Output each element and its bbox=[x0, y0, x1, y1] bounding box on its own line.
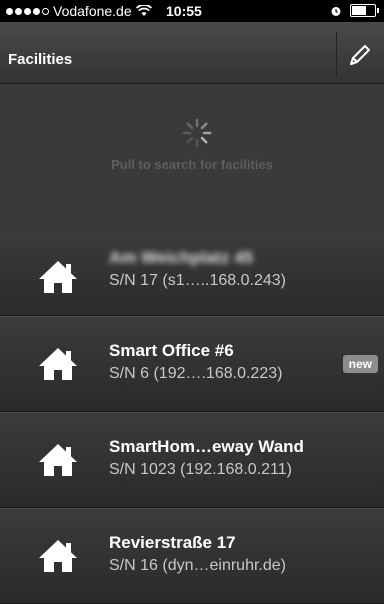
house-icon bbox=[39, 540, 77, 572]
wifi-icon bbox=[135, 5, 152, 16]
house-icon bbox=[39, 444, 77, 476]
battery-icon bbox=[350, 4, 379, 17]
facility-row[interactable]: Revierstraße 17 S/N 16 (dyn…einruhr.de) bbox=[0, 508, 384, 604]
carrier-name: Vodafone.de bbox=[53, 3, 132, 19]
alarm-icon bbox=[331, 6, 341, 16]
pull-to-refresh-hint: Pull to search for facilities bbox=[111, 157, 273, 172]
facility-name: SmartHom…eway Wand bbox=[109, 437, 304, 456]
facility-name: Am Weichplatz 45 bbox=[109, 248, 254, 267]
facility-serial: S/N 6 (192….168.0.223) bbox=[109, 365, 283, 382]
facility-serial: S/N 1023 (192.168.0.211) bbox=[109, 461, 292, 478]
new-badge: new bbox=[342, 355, 378, 373]
carrier-info: Vodafone.de bbox=[6, 3, 152, 19]
facility-name: Smart Office #6 bbox=[109, 341, 234, 360]
signal-strength-icon bbox=[6, 7, 49, 15]
house-icon bbox=[39, 348, 77, 380]
facility-row[interactable]: Am Weichplatz 45 S/N 17 (s1…..168.0.243) bbox=[0, 234, 384, 316]
facility-row[interactable]: Smart Office #6 S/N 6 (192….168.0.223) n… bbox=[0, 316, 384, 412]
page-title: Facilities bbox=[8, 51, 73, 68]
facility-serial: S/N 16 (dyn…einruhr.de) bbox=[109, 557, 286, 574]
edit-pencil-icon[interactable] bbox=[345, 40, 375, 70]
loading-spinner-icon bbox=[182, 118, 212, 148]
pull-to-refresh-area[interactable]: Pull to search for facilities bbox=[0, 84, 384, 234]
facility-name: Revierstraße 17 bbox=[109, 533, 236, 552]
navigation-bar: Facilities bbox=[0, 22, 384, 84]
facility-row[interactable]: SmartHom…eway Wand S/N 1023 (192.168.0.2… bbox=[0, 412, 384, 508]
facility-list: Am Weichplatz 45 S/N 17 (s1…..168.0.243)… bbox=[0, 234, 384, 604]
clock: 10:55 bbox=[166, 3, 202, 19]
facility-serial: S/N 17 (s1…..168.0.243) bbox=[109, 272, 286, 289]
status-bar: Vodafone.de 10:55 bbox=[0, 0, 384, 22]
nav-divider bbox=[336, 32, 337, 76]
house-icon bbox=[39, 261, 77, 293]
